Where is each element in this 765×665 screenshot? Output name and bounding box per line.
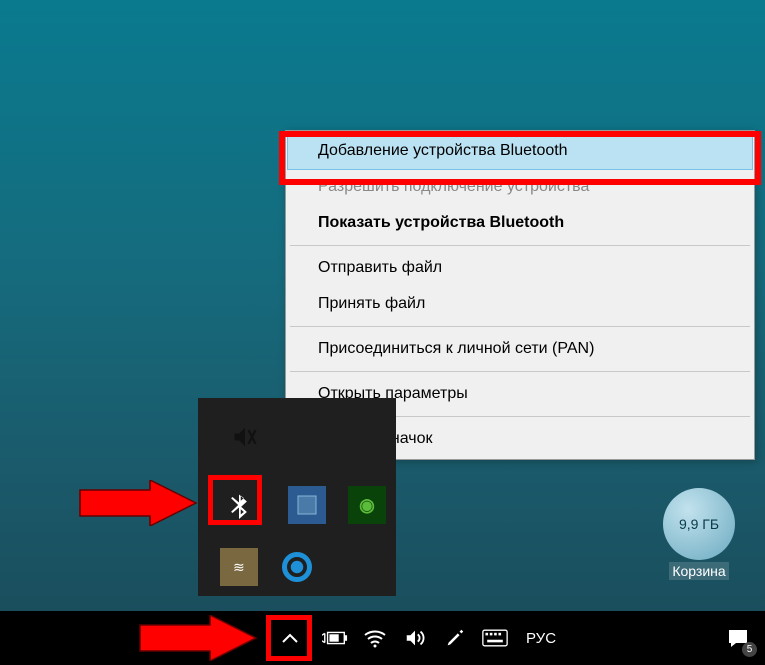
- volume-icon[interactable]: [402, 625, 428, 651]
- action-center-icon[interactable]: 5: [725, 625, 751, 651]
- system-tray-overflow-panel: ◉ ≋: [198, 398, 396, 596]
- tray-muted-icon[interactable]: [226, 418, 264, 456]
- language-indicator[interactable]: РУС: [522, 630, 560, 647]
- menu-separator: [290, 371, 750, 372]
- tray-java-icon[interactable]: ≋: [220, 548, 258, 586]
- annotation-arrow-icon: [78, 480, 200, 526]
- windows-taskbar: РУС 5: [0, 611, 765, 665]
- menu-send-file[interactable]: Отправить файл: [288, 250, 752, 286]
- tray-overflow-chevron-icon[interactable]: [272, 620, 308, 656]
- battery-icon[interactable]: [322, 625, 348, 651]
- wifi-icon[interactable]: [362, 625, 388, 651]
- tray-bluetooth-icon[interactable]: [220, 486, 258, 524]
- menu-receive-file[interactable]: Принять файл: [288, 286, 752, 322]
- tray-nvidia-icon[interactable]: ◉: [348, 486, 386, 524]
- menu-separator: [290, 326, 750, 327]
- menu-allow-device-connection: Разрешить подключение устройства: [288, 169, 752, 205]
- menu-separator: [290, 245, 750, 246]
- tray-cortana-icon[interactable]: [278, 548, 316, 586]
- recycle-bin-label: Корзина: [669, 562, 728, 580]
- menu-add-bluetooth-device[interactable]: Добавление устройства Bluetooth: [287, 132, 753, 170]
- desktop-recycle-bin[interactable]: 9,9 ГБ Корзина: [655, 488, 743, 580]
- disk-size-label: 9,9 ГБ: [679, 516, 719, 532]
- tray-app-icon[interactable]: [288, 486, 326, 524]
- pen-icon[interactable]: [442, 625, 468, 651]
- svg-text:≋: ≋: [233, 561, 245, 576]
- notification-badge: 5: [742, 642, 757, 657]
- menu-show-bluetooth-devices[interactable]: Показать устройства Bluetooth: [288, 205, 752, 241]
- menu-join-pan[interactable]: Присоединиться к личной сети (PAN): [288, 331, 752, 367]
- recycle-bin-icon: 9,9 ГБ: [663, 488, 735, 560]
- keyboard-icon[interactable]: [482, 625, 508, 651]
